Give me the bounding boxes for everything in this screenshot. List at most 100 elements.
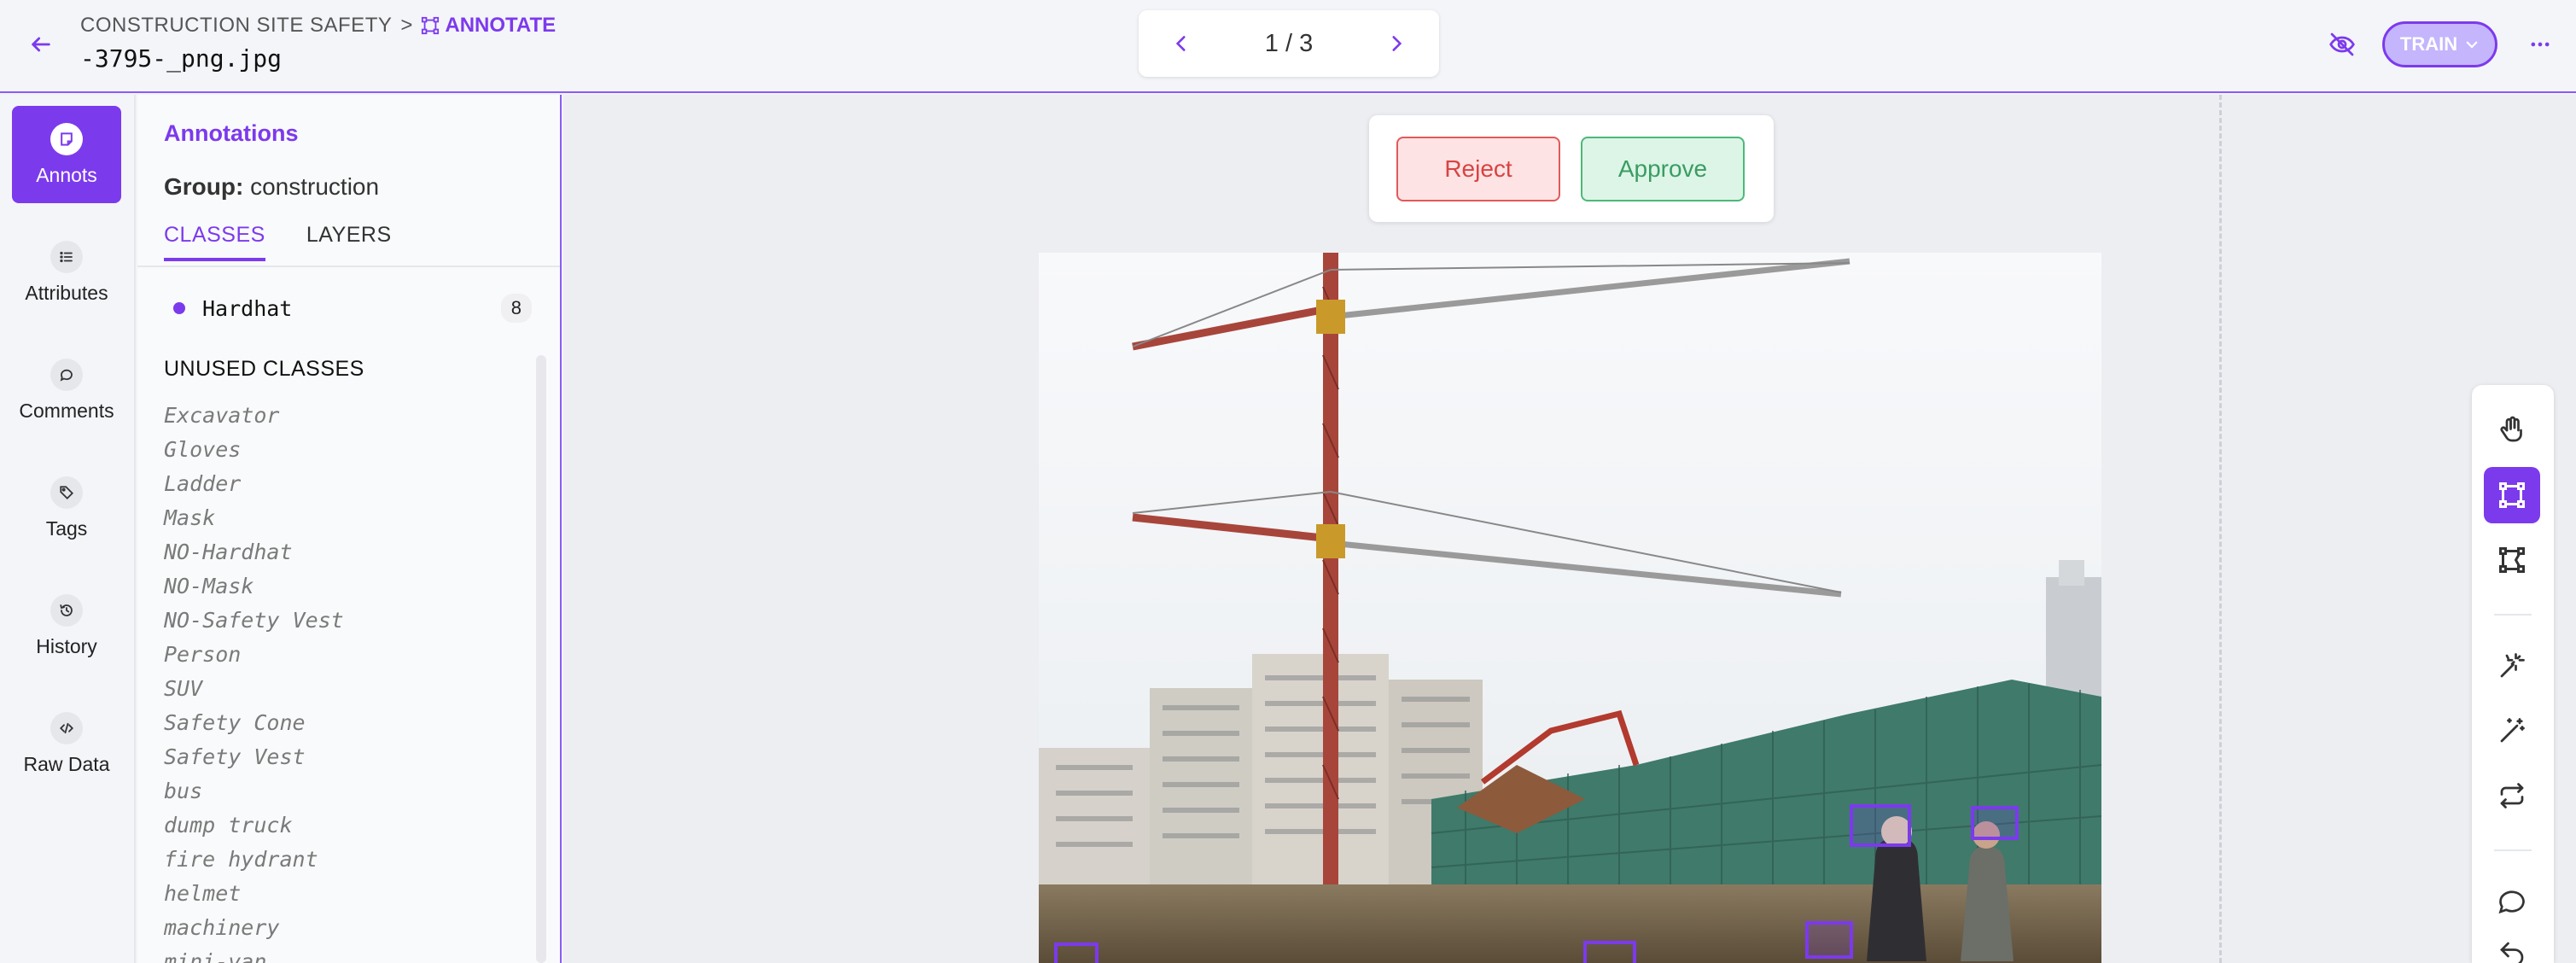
chevron-left-icon [1175,36,1186,51]
panel-scrollbar[interactable] [536,355,546,963]
bounding-box-icon [2499,482,2525,508]
eye-off-icon [2329,32,2355,56]
unused-class-item[interactable]: fire hydrant [164,843,344,877]
unused-class-item[interactable]: Safety Vest [164,740,344,774]
smart-select-icon [2500,653,2525,678]
rail-item-tags[interactable]: Tags [12,459,121,557]
rail-label-raw-data: Raw Data [23,752,110,775]
repeat-tool-button[interactable] [2484,767,2540,824]
undo-tool-button[interactable] [2484,931,2540,963]
tab-classes[interactable]: CLASSES [164,223,265,261]
reject-button[interactable]: Reject [1396,137,1560,201]
annotate-icon [422,16,440,35]
magic-wand-tool-button[interactable] [2484,703,2540,759]
polygon-icon [2499,547,2525,573]
bounding-box-tool-button[interactable] [2484,467,2540,523]
train-dropdown-button[interactable]: TRAIN [2382,21,2497,67]
rail-label-attributes: Attributes [25,281,108,304]
rail-label-comments: Comments [19,399,114,422]
annotation-canvas[interactable]: Reject Approve [563,95,2576,963]
previous-image-button[interactable] [1164,26,1198,61]
breadcrumb-project[interactable]: CONSTRUCTION SITE SAFETY [80,14,392,38]
breadcrumb: CONSTRUCTION SITE SAFETY > ANNOTATE [80,14,556,38]
class-name: Hardhat [202,295,293,321]
tool-separator [2494,614,2532,616]
back-button[interactable] [24,27,58,61]
rail-item-comments[interactable]: Comments [12,341,121,439]
top-bar: CONSTRUCTION SITE SAFETY > ANNOTATE -379… [0,0,2576,93]
group-value: construction [250,173,380,200]
chevron-right-icon [1392,36,1402,51]
train-label: TRAIN [2399,33,2458,55]
rail-item-history[interactable]: History [12,577,121,674]
history-icon [50,593,83,627]
canvas-guide-line [2219,95,2222,963]
unused-class-item[interactable]: SUV [164,672,344,706]
class-color-dot [173,302,185,314]
annotations-panel: Annotations Group: construction CLASSES … [137,95,562,963]
tab-layers[interactable]: LAYERS [306,223,392,261]
review-actions: Reject Approve [1369,115,1774,222]
unused-class-item[interactable]: mini-van [164,945,344,963]
annotation-icon [50,122,83,155]
rail-item-attributes[interactable]: Attributes [12,224,121,321]
unused-class-item[interactable]: Ladder [164,467,344,501]
arrow-left-icon [32,37,50,52]
left-rail: Annots Attributes Comments Tags History … [0,95,136,963]
image-filename: -3795-_png.jpg [80,44,283,73]
pager-position: 1 / 3 [1264,29,1314,57]
unused-class-item[interactable]: Gloves [164,433,344,467]
unused-class-item[interactable]: Safety Cone [164,706,344,740]
rail-label-history: History [36,634,97,657]
unused-class-item[interactable]: bus [164,774,344,808]
unused-classes-list: Excavator Gloves Ladder Mask NO-Hardhat … [164,399,344,963]
pan-tool-button[interactable] [2484,402,2540,458]
breadcrumb-separator: > [400,14,413,37]
undo-icon [2500,942,2524,963]
group-label: Group: [164,173,244,200]
panel-title: Annotations [164,120,299,146]
chevron-down-icon [2466,41,2478,49]
rail-label-tags: Tags [45,517,88,540]
unused-class-item[interactable]: machinery [164,911,344,945]
panel-tabs: CLASSES LAYERS [164,223,392,261]
smart-select-tool-button[interactable] [2484,638,2540,694]
tool-separator [2494,849,2532,851]
tabs-divider [137,266,560,267]
magic-wand-icon [2500,718,2525,743]
approve-button[interactable]: Approve [1581,137,1745,201]
rail-label-annots: Annots [36,163,97,186]
unused-class-item[interactable]: Mask [164,501,344,535]
more-options-button[interactable] [2521,26,2559,63]
unused-classes-title: UNUSED CLASSES [164,357,364,381]
unused-class-item[interactable]: NO-Safety Vest [164,604,344,638]
tool-rail [2472,385,2554,963]
code-icon [50,711,83,744]
tag-icon [50,476,83,509]
unused-class-item[interactable]: dump truck [164,808,344,843]
comment-icon [50,358,83,391]
image-pager: 1 / 3 [1139,10,1439,77]
next-image-button[interactable] [1379,26,1413,61]
list-icon [50,240,83,273]
unused-class-item[interactable]: NO-Hardhat [164,535,344,569]
repeat-icon [2500,783,2524,808]
construction-site-image[interactable] [1039,253,2101,963]
unused-class-item[interactable]: Person [164,638,344,672]
breadcrumb-annotate-label: ANNOTATE [445,14,557,37]
comment-tool-button[interactable] [2484,873,2540,930]
breadcrumb-annotate[interactable]: ANNOTATE [421,14,556,38]
unused-class-item[interactable]: NO-Mask [164,569,344,604]
hand-icon [2500,416,2522,442]
polygon-tool-button[interactable] [2484,532,2540,588]
used-class-row[interactable]: Hardhat 8 [173,291,532,325]
comment-icon [2498,890,2525,914]
rail-item-annots[interactable]: Annots [12,106,121,203]
toggle-visibility-button[interactable] [2323,26,2361,63]
class-count-badge: 8 [500,294,532,323]
unused-class-item[interactable]: Excavator [164,399,344,433]
group-info: Group: construction [164,173,379,201]
rail-item-raw-data[interactable]: Raw Data [12,695,121,792]
unused-class-item[interactable]: helmet [164,877,344,911]
more-horizontal-icon [2531,42,2550,47]
